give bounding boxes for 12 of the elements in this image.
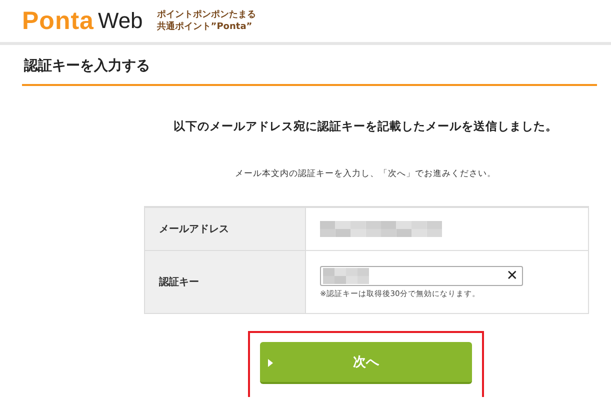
heading: 以下のメールアドレス宛に認証キーを記載したメールを送信しました。 xyxy=(172,119,558,134)
field-label: 認証キー xyxy=(145,251,306,313)
field-label: メールアドレス xyxy=(145,208,306,250)
triangle-icon xyxy=(268,359,273,367)
tagline: ポイントポンポンたまる xyxy=(156,9,256,21)
page-title: 認証キーを入力する xyxy=(22,57,597,86)
clear-button[interactable]: ✕ xyxy=(506,268,518,284)
blurred-text-drawing xyxy=(323,268,369,284)
logo-suffix: Web xyxy=(98,8,143,34)
instruction-text: メール本文内の認証キーを入力し、「次へ」でお進みください。 xyxy=(234,168,497,180)
tagline: 共通ポイント”Ponta” xyxy=(156,21,254,33)
input-field[interactable]: ✕ xyxy=(320,266,523,286)
